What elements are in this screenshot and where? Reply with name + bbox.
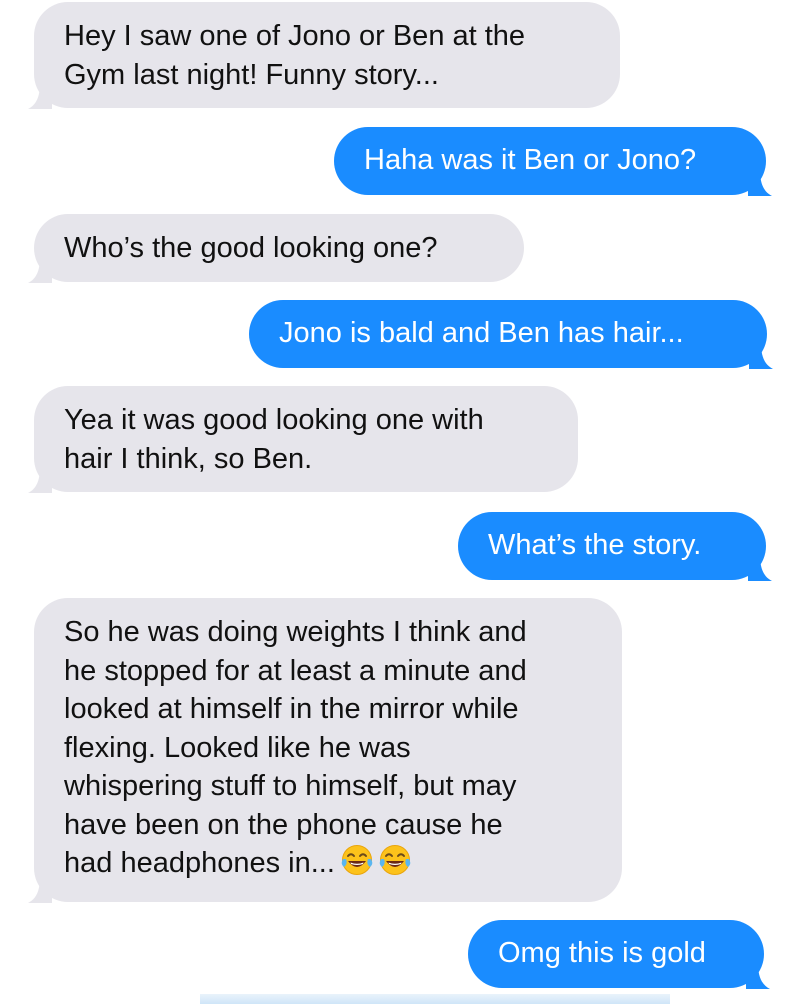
bubble-tail bbox=[748, 170, 772, 196]
message-line: So he was doing weights I think and bbox=[64, 616, 527, 648]
message-line: looked at himself in the mirror while bbox=[64, 693, 519, 725]
sent-message[interactable]: Jono is bald and Ben has hair... bbox=[249, 300, 773, 369]
sent-message[interactable]: What’s the story. bbox=[458, 512, 772, 581]
message-line: Haha was it Ben or Jono? bbox=[364, 144, 697, 176]
bubble-tail bbox=[748, 555, 772, 581]
message-line: flexing. Looked like he was bbox=[64, 731, 411, 764]
message-line: What’s the story. bbox=[488, 529, 702, 561]
message-line: hair I think, so Ben. bbox=[64, 442, 313, 475]
bubble-tail bbox=[28, 877, 52, 903]
message-line: Hey I saw one of Jono or Ben at the bbox=[64, 20, 526, 52]
message-line: Omg this is gold bbox=[498, 937, 706, 969]
sent-message[interactable]: Omg this is gold bbox=[468, 920, 770, 989]
bubble-tail bbox=[28, 467, 52, 493]
bubble-tail bbox=[28, 257, 52, 283]
message-line: he stopped for at least a minute and bbox=[64, 654, 527, 687]
message-line: had headphones in... bbox=[64, 847, 335, 879]
bubble-tail bbox=[749, 343, 773, 369]
message-line: Who’s the good looking one? bbox=[64, 232, 438, 264]
bubble-tail bbox=[28, 83, 52, 109]
message-line: Jono is bald and Ben has hair... bbox=[279, 317, 684, 349]
received-message[interactable]: Hey I saw one of Jono or Ben at the Gym … bbox=[28, 2, 620, 109]
received-message[interactable]: Who’s the good looking one? bbox=[28, 214, 524, 283]
received-message[interactable]: Yea it was good looking one with hair I … bbox=[28, 386, 578, 493]
face-with-tears-of-joy-icon bbox=[379, 845, 411, 875]
face-with-tears-of-joy-icon bbox=[341, 845, 373, 875]
bubble-tail bbox=[746, 963, 770, 989]
received-message[interactable]: So he was doing weights I think and he s… bbox=[28, 598, 622, 903]
message-thread: Hey I saw one of Jono or Ben at the Gym … bbox=[0, 0, 803, 1004]
sent-message[interactable]: Haha was it Ben or Jono? bbox=[334, 127, 772, 196]
message-line: Yea it was good looking one with bbox=[64, 404, 484, 436]
message-line: have been on the phone cause he bbox=[64, 808, 503, 841]
message-line: Gym last night! Funny story... bbox=[64, 58, 439, 91]
message-line-last: had headphones in... bbox=[64, 844, 592, 883]
input-bar-edge bbox=[200, 994, 670, 1004]
message-line: whispering stuff to himself, but may bbox=[64, 770, 517, 802]
